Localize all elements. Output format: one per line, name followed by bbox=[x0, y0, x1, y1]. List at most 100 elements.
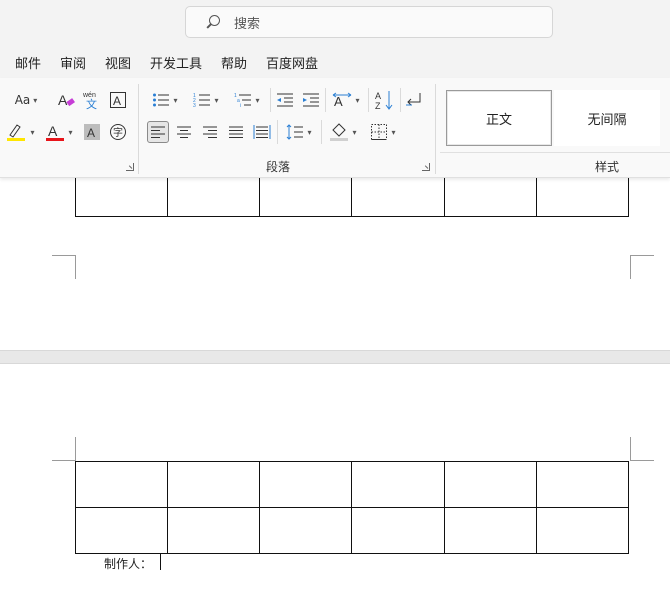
table-cell[interactable] bbox=[167, 461, 261, 508]
group-separator bbox=[368, 88, 369, 112]
distributed-icon bbox=[253, 125, 271, 139]
table-cell[interactable] bbox=[74, 461, 169, 508]
svg-text:i: i bbox=[240, 103, 241, 108]
font-color-button[interactable]: A ▾ bbox=[41, 121, 77, 143]
page-2[interactable]: 制作人： bbox=[0, 364, 670, 596]
table-page2[interactable] bbox=[74, 461, 630, 554]
character-shading-icon: A bbox=[84, 124, 100, 140]
table-cell[interactable] bbox=[443, 507, 537, 554]
table-cell[interactable] bbox=[535, 461, 630, 508]
page-gap bbox=[0, 350, 670, 364]
group-separator bbox=[400, 88, 401, 112]
group-separator bbox=[277, 120, 278, 144]
show-formatting-marks-button[interactable] bbox=[404, 90, 424, 110]
justify-icon bbox=[229, 126, 243, 138]
change-case-label: Aa bbox=[14, 93, 31, 107]
bullets-icon bbox=[153, 93, 170, 107]
chevron-down-icon: ▾ bbox=[33, 95, 38, 105]
tab-mailings[interactable]: 邮件 bbox=[15, 53, 41, 72]
group-separator bbox=[138, 84, 139, 174]
margin-corner-mark bbox=[52, 255, 76, 279]
align-right-button[interactable] bbox=[200, 122, 220, 142]
align-right-icon bbox=[203, 126, 217, 138]
numbering-button[interactable]: 1 2 3 ▾ bbox=[189, 90, 223, 110]
highlight-color-button[interactable]: ▾ bbox=[2, 121, 38, 143]
table-cell[interactable] bbox=[259, 507, 353, 554]
chevron-down-icon: ▾ bbox=[255, 95, 260, 105]
table-row bbox=[74, 507, 630, 554]
table-row bbox=[74, 461, 630, 508]
distributed-button[interactable] bbox=[252, 122, 272, 142]
character-shading-button[interactable]: A bbox=[82, 122, 102, 142]
asian-layout-icon: A bbox=[333, 92, 352, 109]
margin-corner-mark bbox=[630, 437, 654, 461]
align-center-button[interactable] bbox=[174, 122, 194, 142]
asian-layout-button[interactable]: A ▾ bbox=[329, 90, 363, 110]
sort-icon: AZ bbox=[375, 91, 393, 111]
tab-review[interactable]: 审阅 bbox=[60, 53, 86, 72]
text-cursor bbox=[160, 554, 161, 570]
svg-text:A: A bbox=[48, 123, 58, 139]
chevron-down-icon: ▾ bbox=[352, 127, 357, 137]
chevron-down-icon: ▾ bbox=[30, 127, 35, 137]
enclose-characters-icon: 字 bbox=[110, 124, 126, 140]
decrease-indent-button[interactable] bbox=[275, 90, 295, 110]
table-cell[interactable] bbox=[443, 461, 537, 508]
styles-group-label: 样式 bbox=[595, 160, 620, 174]
multilevel-list-button[interactable]: 1 a i ▾ bbox=[230, 90, 264, 110]
chevron-down-icon: ▾ bbox=[68, 127, 73, 137]
tab-baidu-netdisk[interactable]: 百度网盘 bbox=[266, 53, 318, 72]
line-spacing-button[interactable]: ▾ bbox=[282, 121, 316, 143]
clear-formatting-button[interactable]: A bbox=[56, 90, 76, 110]
menu-bar: 邮件 审阅 视图 开发工具 帮助 百度网盘 bbox=[0, 44, 670, 78]
chevron-down-icon: ▾ bbox=[307, 127, 312, 137]
highlighter-icon bbox=[7, 124, 26, 141]
bullets-button[interactable]: ▾ bbox=[148, 90, 182, 110]
phonetic-guide-button[interactable]: wén 文 bbox=[82, 88, 102, 112]
search-placeholder: 搜索 bbox=[234, 16, 261, 32]
svg-text:A: A bbox=[375, 91, 381, 101]
group-separator bbox=[325, 88, 326, 112]
author-caption[interactable]: 制作人： bbox=[104, 555, 152, 572]
search-box[interactable]: 搜索 bbox=[185, 6, 553, 38]
table-cell[interactable] bbox=[74, 507, 169, 554]
tab-view[interactable]: 视图 bbox=[105, 53, 131, 72]
font-dialog-launcher-icon[interactable] bbox=[126, 163, 134, 171]
tab-developer[interactable]: 开发工具 bbox=[150, 53, 202, 72]
svg-text:文: 文 bbox=[86, 97, 97, 111]
ribbon: Aa ▾ A wén 文 A ▾ A ▾ A 字 ▾ 1 2 3 ▾ 1 a i ▾ A ▾ bbox=[0, 78, 670, 178]
borders-button[interactable]: ▾ bbox=[366, 121, 400, 143]
shading-button[interactable]: ▾ bbox=[326, 121, 360, 143]
enclose-characters-button[interactable]: 字 bbox=[108, 122, 128, 142]
svg-text:A: A bbox=[87, 126, 95, 140]
increase-indent-button[interactable] bbox=[301, 90, 321, 110]
table-cell[interactable] bbox=[535, 507, 630, 554]
paragraph-dialog-launcher-icon[interactable] bbox=[422, 163, 430, 171]
style-normal[interactable]: 正文 bbox=[446, 90, 552, 146]
paragraph-mark-icon bbox=[406, 93, 421, 106]
chevron-down-icon: ▾ bbox=[355, 95, 360, 105]
justify-button[interactable] bbox=[226, 122, 246, 142]
change-case-button[interactable]: Aa ▾ bbox=[9, 90, 43, 110]
font-color-icon: A bbox=[46, 123, 65, 141]
sort-button[interactable]: AZ bbox=[374, 88, 394, 112]
align-center-icon bbox=[177, 126, 191, 138]
chevron-down-icon: ▾ bbox=[214, 95, 219, 105]
table-cell[interactable] bbox=[351, 507, 445, 554]
borders-icon bbox=[371, 124, 388, 140]
margin-corner-mark bbox=[630, 255, 654, 279]
character-border-icon: A bbox=[110, 92, 126, 108]
paint-bucket-icon bbox=[330, 123, 349, 141]
tab-help[interactable]: 帮助 bbox=[221, 53, 247, 72]
chevron-down-icon: ▾ bbox=[391, 127, 396, 137]
table-cell[interactable] bbox=[259, 461, 353, 508]
align-left-button[interactable] bbox=[147, 121, 169, 143]
style-no-spacing[interactable]: 无间隔 bbox=[554, 90, 660, 146]
table-cell[interactable] bbox=[167, 507, 261, 554]
align-left-icon bbox=[151, 126, 165, 138]
svg-text:Z: Z bbox=[375, 101, 381, 111]
table-cell[interactable] bbox=[351, 461, 445, 508]
character-border-button[interactable]: A bbox=[108, 90, 128, 110]
increase-indent-icon bbox=[303, 93, 319, 107]
line-spacing-icon bbox=[287, 124, 304, 140]
